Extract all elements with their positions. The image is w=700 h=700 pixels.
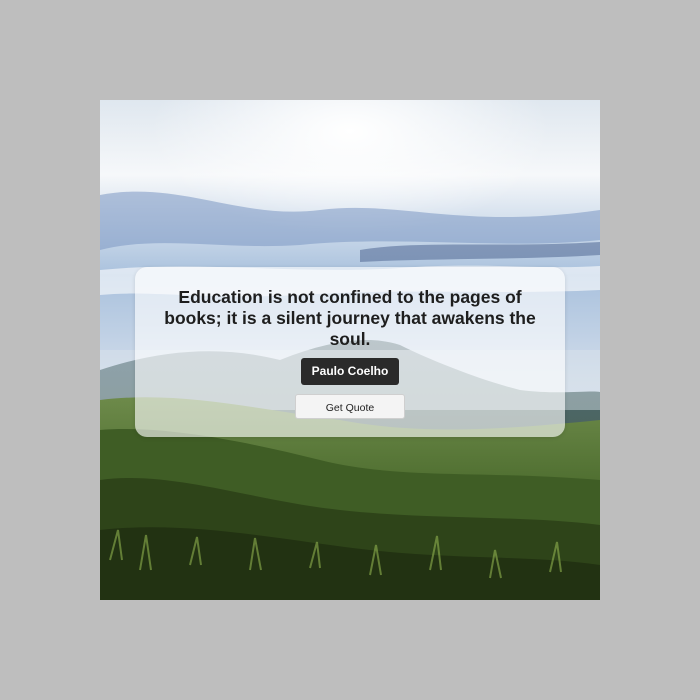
author-button[interactable]: Paulo Coelho [300,358,400,385]
quote-text: Education is not confined to the pages o… [164,287,536,349]
get-quote-button[interactable]: Get Quote [295,394,405,419]
page-background: Education is not confined to the pages o… [0,0,700,700]
quote-card: Education is not confined to the pages o… [135,267,565,437]
